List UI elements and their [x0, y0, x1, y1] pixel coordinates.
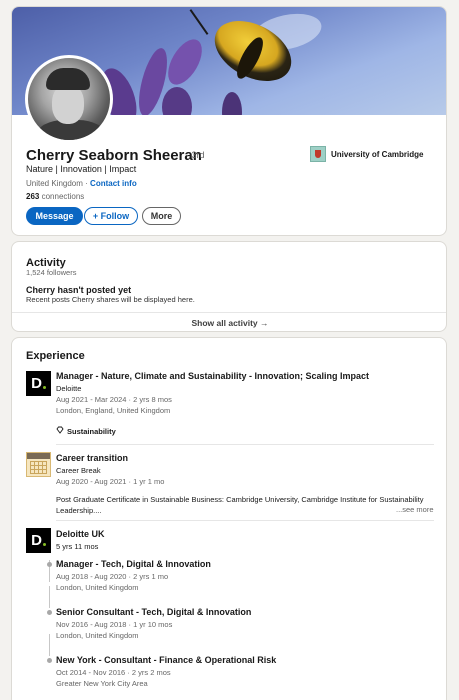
- experience-company-1[interactable]: Deloitte: [56, 384, 81, 393]
- timeline-dot: [47, 658, 52, 663]
- skill-label: Sustainability: [67, 426, 116, 436]
- experience-dates-2: Aug 2020 - Aug 2021 · 1 yr 1 mo: [56, 477, 165, 486]
- experience-dates-1: Aug 2021 - Mar 2024 · 2 yrs 8 mos: [56, 395, 172, 404]
- experience-title-2: Career transition: [56, 453, 129, 463]
- experience-description-2: Post Graduate Certificate in Sustainable…: [56, 495, 424, 515]
- profile-card: Cherry Seaborn Sheeran · 3rd Nature | In…: [11, 6, 447, 236]
- deloitte-logo-icon[interactable]: D: [26, 528, 51, 553]
- follow-button[interactable]: + Follow: [84, 207, 138, 225]
- connections-label: connections: [41, 192, 85, 201]
- group-role-location-2: London, United Kingdom: [56, 631, 139, 640]
- see-more-link[interactable]: ...see more: [396, 505, 434, 514]
- skill-item[interactable]: Sustainability: [56, 426, 116, 436]
- no-posts-subtitle: Recent posts Cherry shares will be displ…: [26, 295, 195, 304]
- avatar[interactable]: [25, 55, 113, 143]
- education-name[interactable]: University of Cambridge: [331, 150, 423, 159]
- group-role-location-3: Greater New York City Area: [56, 679, 148, 688]
- experience-company-2: Career Break: [56, 466, 101, 475]
- university-crest-icon[interactable]: [310, 146, 326, 162]
- group-role-title-1: Manager - Tech, Digital & Innovation: [56, 559, 211, 569]
- experience-title-1: Manager - Nature, Climate and Sustainabi…: [56, 371, 370, 381]
- timeline-dot: [47, 562, 52, 567]
- group-role-location-1: London, United Kingdom: [56, 583, 139, 592]
- calendar-icon: [26, 452, 51, 477]
- more-button[interactable]: More: [142, 207, 181, 225]
- group-duration: 5 yrs 11 mos: [56, 542, 99, 551]
- no-posts-title: Cherry hasn't posted yet: [26, 285, 132, 295]
- divider: [56, 520, 434, 521]
- profile-name: Cherry Seaborn Sheeran: [26, 147, 202, 164]
- group-role-title-3: New York - Consultant - Finance & Operat…: [56, 655, 277, 665]
- message-button[interactable]: Message: [26, 207, 83, 225]
- group-company-name[interactable]: Deloitte UK: [56, 529, 105, 539]
- followers-count: 1,524 followers: [26, 268, 77, 277]
- profile-location: United Kingdom ·: [26, 179, 88, 188]
- experience-title: Experience: [26, 350, 85, 362]
- activity-card: Activity 1,524 followers Cherry hasn't p…: [11, 241, 447, 332]
- deloitte-logo-icon[interactable]: D: [26, 371, 51, 396]
- show-all-activity-link[interactable]: Show all activity →: [12, 318, 446, 328]
- timeline-line: [49, 634, 50, 656]
- experience-location-1: London, England, United Kingdom: [56, 406, 171, 415]
- group-role-title-2: Senior Consultant - Tech, Digital & Inno…: [56, 607, 252, 617]
- divider: [12, 312, 446, 313]
- experience-card: Experience D Manager - Nature, Climate a…: [11, 337, 447, 700]
- contact-info-link[interactable]: Contact info: [90, 179, 137, 188]
- profile-location-line: United Kingdom · Contact info: [26, 179, 137, 188]
- profile-headline: Nature | Innovation | Impact: [26, 164, 137, 174]
- connections-count: 263: [26, 192, 40, 201]
- divider: [56, 444, 434, 445]
- diamond-icon: [56, 426, 64, 436]
- group-role-dates-2: Nov 2016 - Aug 2018 · 1 yr 10 mos: [56, 620, 173, 629]
- connections-line: 263 connections: [26, 192, 84, 201]
- connection-degree: · 3rd: [186, 150, 205, 160]
- group-role-dates-1: Aug 2018 - Aug 2020 · 2 yrs 1 mo: [56, 572, 169, 581]
- group-role-dates-3: Oct 2014 - Nov 2016 · 2 yrs 2 mos: [56, 668, 171, 677]
- timeline-dot: [47, 610, 52, 615]
- timeline-line: [49, 586, 50, 608]
